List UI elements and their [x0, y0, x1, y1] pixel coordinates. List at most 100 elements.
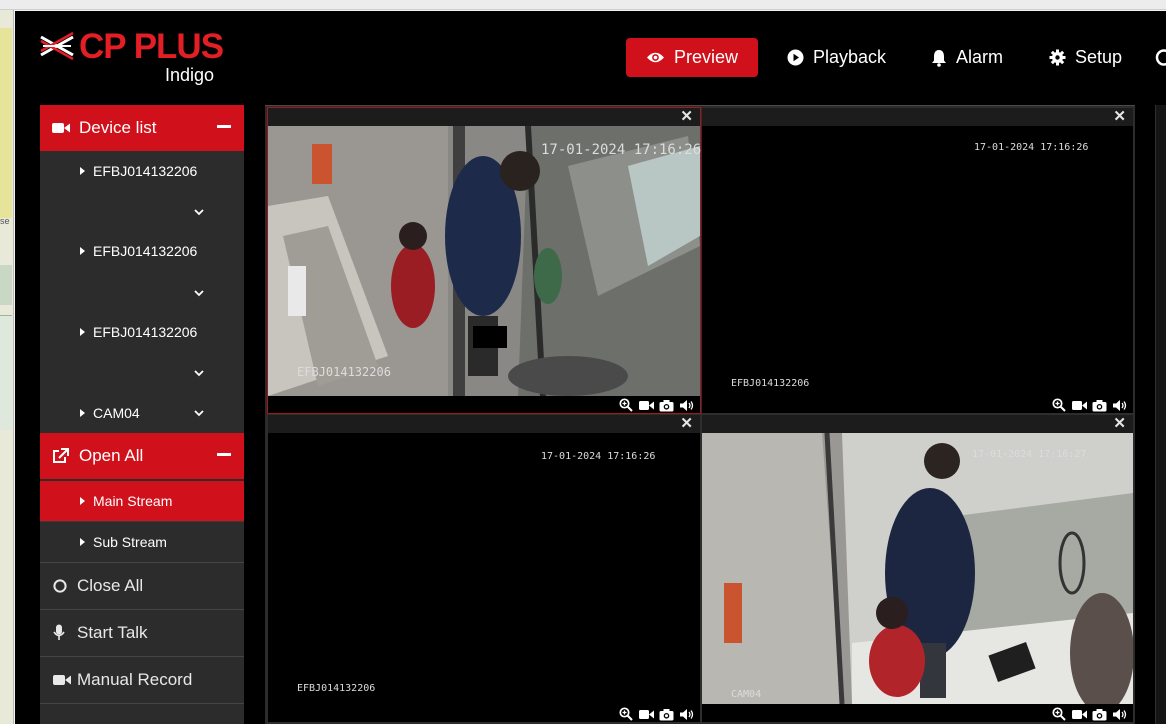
- sub-stream-label: Sub Stream: [93, 534, 167, 550]
- video-cell[interactable]: ✕: [267, 107, 701, 414]
- chevron-down-icon[interactable]: [193, 288, 205, 298]
- cell-timestamp: 17-01-2024 17:16:26: [541, 142, 702, 158]
- brand-name: CP PLUS: [79, 27, 224, 66]
- cp-plus-logo: CP PLUS Indigo: [39, 27, 229, 89]
- video-cell[interactable]: ✕ 17-01-2024 17:16:26 EFBJ014132206: [267, 414, 701, 723]
- video-camera-icon: [53, 674, 71, 686]
- cell-camera-name: EFBJ014132206: [297, 683, 376, 694]
- audio-icon[interactable]: [1111, 398, 1127, 412]
- close-icon[interactable]: ✕: [1113, 109, 1126, 125]
- background-window-edge: se: [0, 10, 14, 724]
- video-camera-icon: [52, 122, 72, 134]
- cell-title-bar: [702, 415, 1133, 433]
- caret-right-icon: [80, 409, 85, 417]
- chevron-down-icon[interactable]: [193, 368, 205, 378]
- caret-right-icon: [80, 328, 85, 336]
- camera-feed: [268, 126, 700, 396]
- audio-icon[interactable]: [678, 707, 694, 721]
- external-link-icon: [52, 448, 72, 464]
- close-icon[interactable]: ✕: [680, 416, 693, 432]
- collapse-icon[interactable]: [217, 453, 231, 456]
- partial-nav-icon: [1155, 49, 1166, 66]
- device-item[interactable]: EFBJ014132206: [40, 312, 244, 352]
- nav-playback[interactable]: Playback: [767, 38, 906, 77]
- snapshot-icon[interactable]: [1091, 398, 1107, 412]
- bell-icon: [932, 49, 946, 67]
- zoom-icon[interactable]: [1051, 707, 1067, 721]
- record-icon[interactable]: [1071, 398, 1087, 412]
- record-icon[interactable]: [638, 398, 654, 412]
- open-all-label: Open All: [79, 446, 144, 465]
- nav-alarm-label: Alarm: [956, 47, 1004, 67]
- video-grid: ✕ 17-01-2024 17:16:26 EFBJ014132206 ✕ 17…: [265, 105, 1135, 724]
- caret-right-icon: [80, 497, 85, 505]
- cell-title-bar: [702, 108, 1133, 126]
- circle-icon: [53, 578, 71, 593]
- nav-preview-label: Preview: [673, 47, 738, 67]
- cell-controls: [618, 398, 694, 412]
- gear-icon: [1049, 49, 1066, 66]
- nav-preview[interactable]: Preview: [626, 38, 758, 77]
- caret-right-icon: [80, 538, 85, 546]
- cell-title-bar: [268, 415, 700, 433]
- caret-right-icon: [80, 167, 85, 175]
- play-circle-icon: [787, 49, 804, 66]
- main-stream-label: Main Stream: [93, 493, 173, 509]
- logo-mark-icon: [40, 31, 74, 61]
- device-label: EFBJ014132206: [93, 243, 198, 259]
- zoom-icon[interactable]: [618, 707, 634, 721]
- start-talk-label: Start Talk: [77, 622, 148, 642]
- caret-right-icon: [80, 247, 85, 255]
- device-list-header[interactable]: Device list: [40, 105, 244, 151]
- chevron-down-icon[interactable]: [193, 408, 205, 418]
- snapshot-icon[interactable]: [658, 707, 674, 721]
- start-talk-button[interactable]: Start Talk: [40, 609, 244, 655]
- close-icon[interactable]: ✕: [1113, 416, 1126, 432]
- device-item[interactable]: EFBJ014132206: [40, 231, 244, 271]
- microphone-icon: [53, 624, 71, 641]
- video-cell[interactable]: ✕ 17-01-2024 17:16:26 EFBJ014132206: [701, 107, 1134, 414]
- collapse-icon[interactable]: [217, 125, 231, 128]
- eye-icon: [646, 52, 664, 63]
- camera-scene: [702, 433, 1133, 704]
- cell-controls: [1051, 398, 1127, 412]
- snapshot-icon[interactable]: [1091, 707, 1107, 721]
- manual-record-button[interactable]: Manual Record: [40, 656, 244, 702]
- record-icon[interactable]: [638, 707, 654, 721]
- zoom-icon[interactable]: [618, 398, 634, 412]
- cell-timestamp: 17-01-2024 17:16:26: [541, 451, 656, 462]
- cell-camera-name: EFBJ014132206: [297, 365, 391, 379]
- main-stream-item[interactable]: Main Stream: [40, 481, 244, 521]
- chevron-down-icon[interactable]: [193, 207, 205, 217]
- cell-timestamp: 17-01-2024 17:16:26: [974, 142, 1089, 153]
- device-label: CAM04: [93, 405, 140, 421]
- open-all-header[interactable]: Open All: [40, 433, 244, 479]
- sidebar: Device list EFBJ014132206 EFBJ014132206 …: [40, 105, 244, 724]
- close-all-button[interactable]: Close All: [40, 562, 244, 608]
- camera-feed: [702, 433, 1133, 704]
- sidebar-next-button[interactable]: [40, 703, 244, 724]
- brand-product: Indigo: [165, 65, 215, 85]
- close-icon[interactable]: ✕: [680, 109, 693, 125]
- nav-alarm[interactable]: Alarm: [911, 38, 1023, 77]
- device-item[interactable]: EFBJ014132206: [40, 151, 244, 191]
- right-panel-edge: [1155, 105, 1166, 724]
- audio-icon[interactable]: [1111, 707, 1127, 721]
- nav-more[interactable]: [1155, 38, 1166, 77]
- cell-title-bar: [268, 108, 700, 126]
- device-label: EFBJ014132206: [93, 163, 198, 179]
- device-item[interactable]: CAM04: [40, 393, 244, 433]
- record-icon[interactable]: [1071, 707, 1087, 721]
- browser-top-strip: [0, 0, 1166, 10]
- audio-icon[interactable]: [678, 398, 694, 412]
- snapshot-icon[interactable]: [658, 398, 674, 412]
- sub-stream-item[interactable]: Sub Stream: [40, 521, 244, 562]
- video-cell[interactable]: ✕: [701, 414, 1134, 723]
- nav-setup-label: Setup: [1075, 47, 1123, 67]
- zoom-icon[interactable]: [1051, 398, 1067, 412]
- app-window: CP PLUS Indigo Preview Playback Alarm Se…: [15, 11, 1166, 724]
- cell-camera-name: CAM04: [731, 689, 762, 700]
- device-label: EFBJ014132206: [93, 324, 198, 340]
- nav-setup[interactable]: Setup: [1029, 38, 1142, 77]
- close-all-label: Close All: [77, 575, 144, 595]
